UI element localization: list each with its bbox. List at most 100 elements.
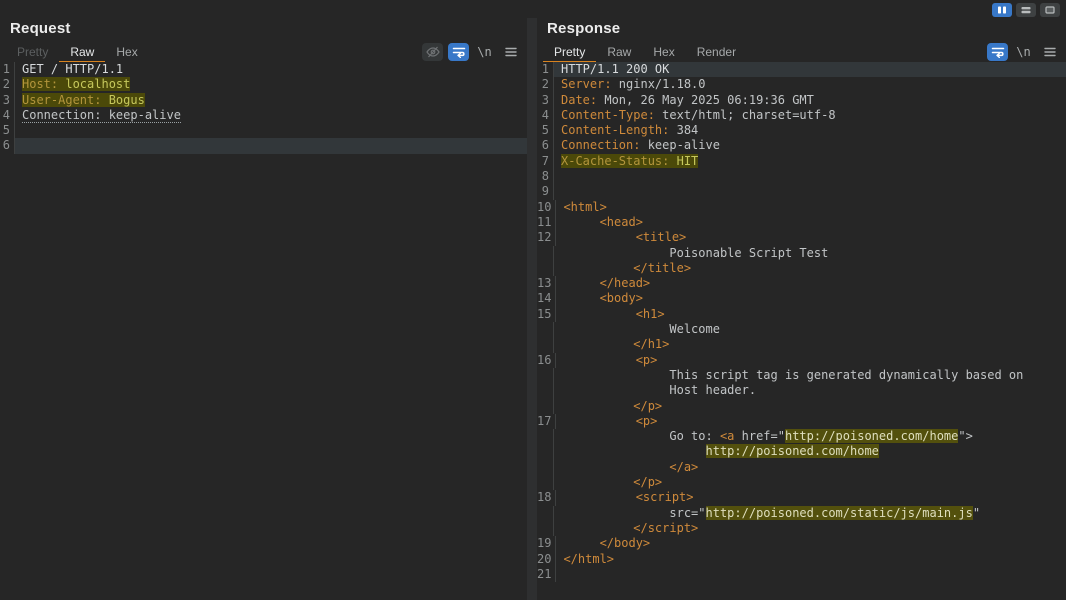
code-line[interactable]: 18 <script> <box>537 490 1066 505</box>
code-text[interactable]: Host: localhost <box>15 77 527 92</box>
code-text[interactable]: <p> <box>556 414 1066 429</box>
code-text[interactable]: </title> <box>554 261 1066 276</box>
newline-button[interactable]: \n <box>1013 43 1034 61</box>
code-text[interactable]: Content-Length: 384 <box>554 123 1066 138</box>
code-text[interactable]: X-Cache-Status: HIT <box>554 154 1066 169</box>
code-text[interactable]: <script> <box>556 490 1066 505</box>
code-line[interactable]: 11 <head> <box>537 215 1066 230</box>
code-text[interactable]: <html> <box>556 200 1066 215</box>
wrap-lines-button[interactable] <box>987 43 1008 61</box>
code-line[interactable]: 2Host: localhost <box>0 77 527 92</box>
code-line[interactable]: 10<html> <box>537 200 1066 215</box>
code-text[interactable]: <h1> <box>556 307 1066 322</box>
code-line[interactable]: 3Date: Mon, 26 May 2025 06:19:36 GMT <box>537 93 1066 108</box>
code-text[interactable]: </p> <box>554 399 1066 414</box>
wrap-lines-icon <box>991 46 1005 58</box>
code-line[interactable]: 5Content-Length: 384 <box>537 123 1066 138</box>
code-text[interactable] <box>556 567 1066 582</box>
code-line[interactable]: 2Server: nginx/1.18.0 <box>537 77 1066 92</box>
code-text[interactable]: HTTP/1.1 200 OK <box>554 62 1066 77</box>
code-text[interactable]: </head> <box>556 276 1066 291</box>
code-line[interactable]: 6 <box>0 138 527 153</box>
code-line[interactable]: 4Connection: keep-alive <box>0 108 527 123</box>
response-tab-pretty[interactable]: Pretty <box>543 41 596 63</box>
code-line[interactable]: </h1> <box>537 337 1066 352</box>
layout-rows-button[interactable] <box>1016 3 1036 17</box>
code-line[interactable]: Welcome <box>537 322 1066 337</box>
code-text[interactable] <box>15 138 527 153</box>
code-text[interactable]: Connection: keep-alive <box>15 108 527 123</box>
code-line[interactable]: Go to: <a href="http://poisoned.com/home… <box>537 429 1066 444</box>
code-line[interactable]: This script tag is generated dynamically… <box>537 368 1066 383</box>
code-text[interactable]: http://poisoned.com/home <box>554 444 1066 459</box>
code-text[interactable]: Date: Mon, 26 May 2025 06:19:36 GMT <box>554 93 1066 108</box>
code-line[interactable]: </p> <box>537 399 1066 414</box>
code-text[interactable]: This script tag is generated dynamically… <box>554 368 1066 383</box>
code-text[interactable]: src="http://poisoned.com/static/js/main.… <box>554 506 1066 521</box>
code-text[interactable] <box>554 184 1066 199</box>
code-line[interactable]: 12 <title> <box>537 230 1066 245</box>
code-text[interactable]: </script> <box>554 521 1066 536</box>
wrap-lines-button[interactable] <box>448 43 469 61</box>
code-text[interactable]: </p> <box>554 475 1066 490</box>
code-line[interactable]: 7X-Cache-Status: HIT <box>537 154 1066 169</box>
code-line[interactable]: 20</html> <box>537 552 1066 567</box>
visibility-off-button[interactable] <box>422 43 443 61</box>
layout-columns-button[interactable] <box>992 3 1012 17</box>
code-text[interactable] <box>15 123 527 138</box>
code-line[interactable]: 16 <p> <box>537 353 1066 368</box>
code-line[interactable]: 21 <box>537 567 1066 582</box>
code-text[interactable]: GET / HTTP/1.1 <box>15 62 527 77</box>
code-text[interactable]: </body> <box>556 536 1066 551</box>
code-line[interactable]: 19 </body> <box>537 536 1066 551</box>
code-text[interactable]: Poisonable Script Test <box>554 246 1066 261</box>
code-text[interactable]: Content-Type: text/html; charset=utf-8 <box>554 108 1066 123</box>
code-line[interactable]: 13 </head> <box>537 276 1066 291</box>
code-text[interactable]: </h1> <box>554 337 1066 352</box>
code-line[interactable]: 8 <box>537 169 1066 184</box>
menu-button[interactable] <box>500 43 521 61</box>
code-line[interactable]: 6Connection: keep-alive <box>537 138 1066 153</box>
code-text[interactable]: </html> <box>556 552 1066 567</box>
code-line[interactable]: 3User-Agent: Bogus <box>0 93 527 108</box>
request-tab-raw[interactable]: Raw <box>59 41 105 63</box>
code-line[interactable]: </a> <box>537 460 1066 475</box>
response-tab-raw[interactable]: Raw <box>596 41 642 63</box>
code-text[interactable]: User-Agent: Bogus <box>15 93 527 108</box>
code-line[interactable]: Poisonable Script Test <box>537 246 1066 261</box>
newline-button[interactable]: \n <box>474 43 495 61</box>
code-text[interactable]: Host header. <box>554 383 1066 398</box>
code-line[interactable]: 9 <box>537 184 1066 199</box>
code-text[interactable]: Go to: <a href="http://poisoned.com/home… <box>554 429 1066 444</box>
request-editor[interactable]: 1GET / HTTP/1.12Host: localhost3User-Age… <box>0 62 527 600</box>
code-line[interactable]: 1GET / HTTP/1.1 <box>0 62 527 77</box>
code-text[interactable]: Connection: keep-alive <box>554 138 1066 153</box>
code-line[interactable]: 15 <h1> <box>537 307 1066 322</box>
code-line[interactable]: </script> <box>537 521 1066 536</box>
code-text[interactable]: <title> <box>556 230 1066 245</box>
code-line[interactable]: 1HTTP/1.1 200 OK <box>537 62 1066 77</box>
code-text[interactable] <box>554 169 1066 184</box>
code-line[interactable]: Host header. <box>537 383 1066 398</box>
code-line[interactable]: http://poisoned.com/home <box>537 444 1066 459</box>
code-line[interactable]: </p> <box>537 475 1066 490</box>
code-text[interactable]: <head> <box>556 215 1066 230</box>
code-line[interactable]: src="http://poisoned.com/static/js/main.… <box>537 506 1066 521</box>
code-text[interactable]: <body> <box>556 291 1066 306</box>
panel-split-divider[interactable] <box>527 18 537 600</box>
code-text[interactable]: </a> <box>554 460 1066 475</box>
code-line[interactable]: 14 <body> <box>537 291 1066 306</box>
response-editor[interactable]: 1HTTP/1.1 200 OK2Server: nginx/1.18.03Da… <box>537 62 1066 600</box>
request-tab-hex[interactable]: Hex <box>105 41 148 63</box>
code-text[interactable]: <p> <box>556 353 1066 368</box>
response-tab-render[interactable]: Render <box>686 41 747 63</box>
code-text[interactable]: Server: nginx/1.18.0 <box>554 77 1066 92</box>
code-line[interactable]: 5 <box>0 123 527 138</box>
code-line[interactable]: 4Content-Type: text/html; charset=utf-8 <box>537 108 1066 123</box>
code-line[interactable]: </title> <box>537 261 1066 276</box>
code-line[interactable]: 17 <p> <box>537 414 1066 429</box>
code-text[interactable]: Welcome <box>554 322 1066 337</box>
layout-single-button[interactable] <box>1040 3 1060 17</box>
response-tab-hex[interactable]: Hex <box>642 41 685 63</box>
menu-button[interactable] <box>1039 43 1060 61</box>
